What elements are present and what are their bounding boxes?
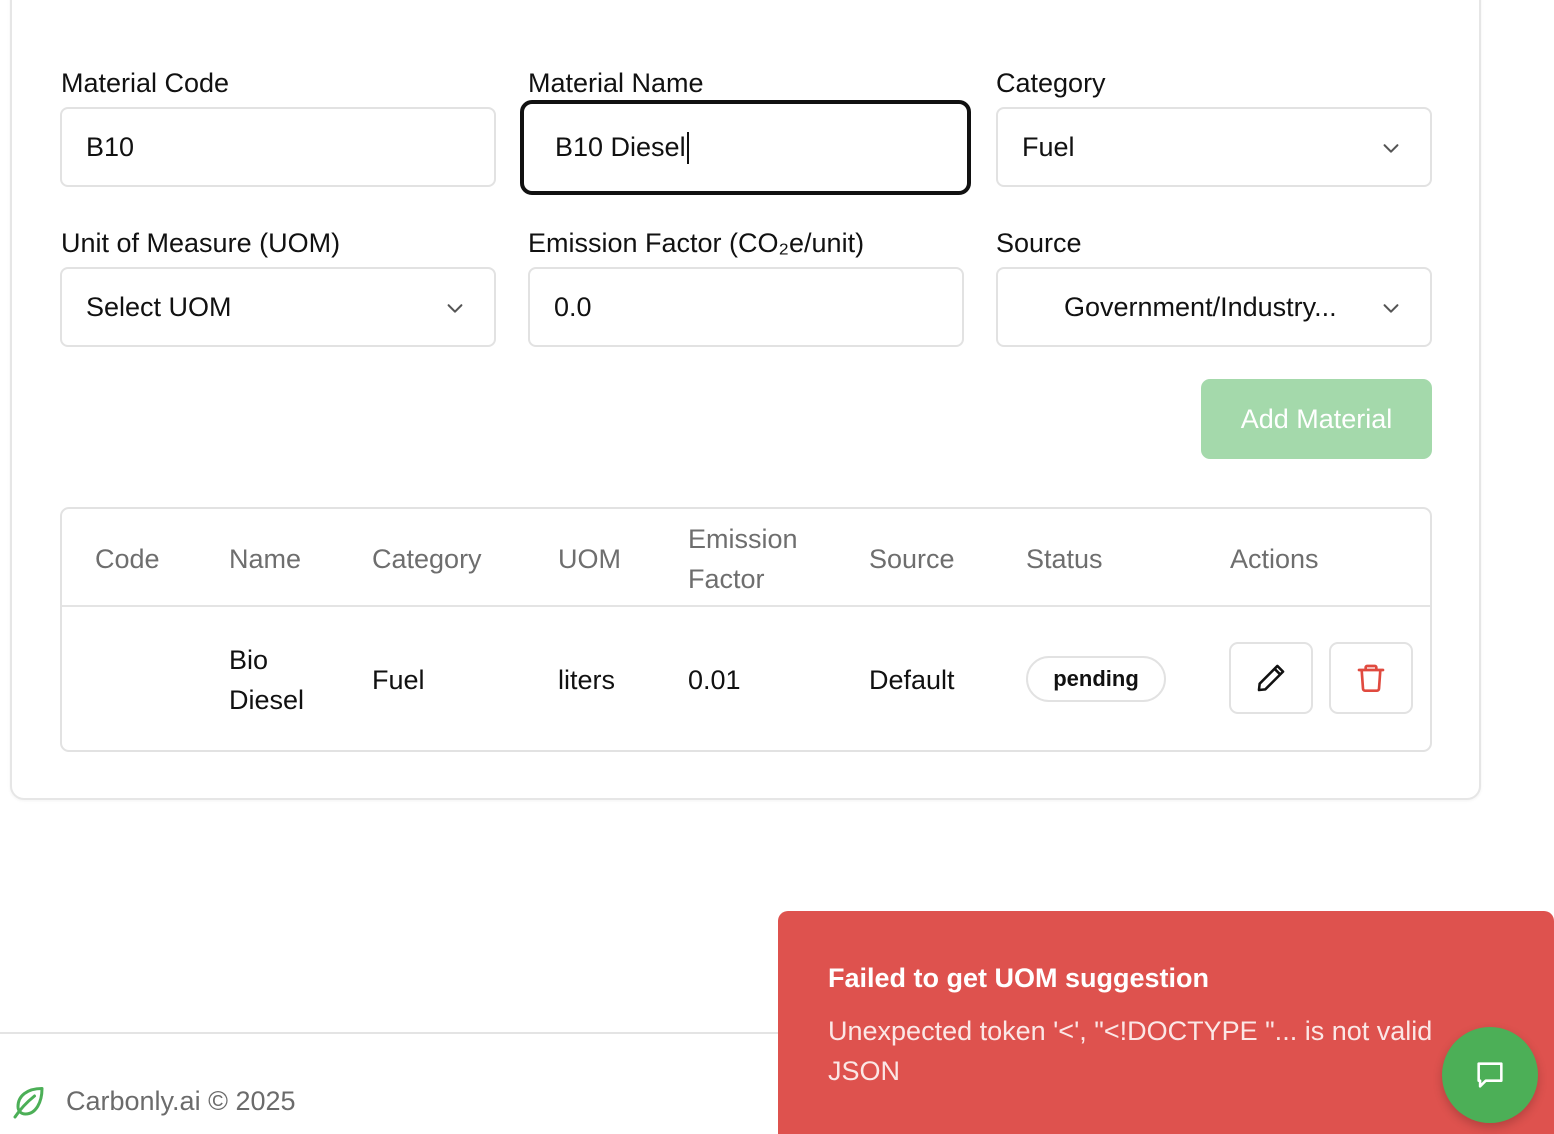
- toast-message: Unexpected token '<', "<!DOCTYPE "... is…: [828, 1016, 1433, 1086]
- column-header-status: Status: [1026, 544, 1103, 574]
- emission-factor-label: Emission Factor (CO₂e/unit): [528, 228, 865, 258]
- chevron-down-icon: [1383, 304, 1399, 313]
- uom-select[interactable]: Select UOM: [60, 267, 496, 347]
- error-toast[interactable]: Failed to get UOM suggestion Unexpected …: [778, 911, 1554, 1134]
- category-label: Category: [996, 68, 1106, 98]
- chevron-down-icon: [447, 304, 463, 313]
- chat-button[interactable]: [1442, 1027, 1538, 1123]
- material-name-label: Material Name: [528, 68, 704, 98]
- trash-icon: [1357, 664, 1385, 692]
- text-caret: [686, 131, 689, 164]
- chevron-down-icon: [1383, 144, 1399, 153]
- category-select[interactable]: Fuel: [996, 107, 1432, 187]
- material-code-label: Material Code: [61, 68, 230, 98]
- pencil-icon: [1257, 664, 1285, 692]
- leaf-icon: [13, 1087, 44, 1119]
- chat-icon: [1477, 1062, 1503, 1088]
- material-name-value: B10 Diesel: [555, 132, 686, 162]
- toast-title: Failed to get UOM suggestion: [828, 963, 1210, 993]
- column-header-category: Category: [372, 544, 482, 574]
- header-divider: [62, 605, 1430, 607]
- cell-category: Fuel: [372, 665, 425, 695]
- column-header-code: Code: [95, 544, 160, 574]
- material-name-input[interactable]: B10 Diesel: [520, 100, 971, 195]
- uom-value: Select UOM: [86, 291, 232, 322]
- material-code-value: B10: [86, 131, 135, 162]
- cell-line: Bio: [229, 645, 269, 675]
- column-header-uom: UOM: [558, 544, 621, 574]
- emission-factor-value: 0.0: [554, 291, 592, 322]
- uom-label: Unit of Measure (UOM): [61, 228, 341, 258]
- emission-factor-input[interactable]: 0.0: [528, 267, 964, 347]
- cell-emission-factor: 0.01: [688, 665, 741, 695]
- cell-line: Diesel: [229, 685, 305, 715]
- footer-copyright: Carbonly.ai © 2025: [66, 1086, 296, 1116]
- category-value: Fuel: [1022, 131, 1075, 162]
- source-label: Source: [996, 228, 1082, 258]
- source-value: Government/Industry...: [1064, 291, 1337, 322]
- edit-button[interactable]: [1229, 642, 1313, 714]
- column-header-emission-factor: Emission Factor: [688, 519, 798, 599]
- column-header-source: Source: [869, 544, 955, 574]
- column-header-name: Name: [229, 544, 302, 574]
- delete-button[interactable]: [1329, 642, 1413, 714]
- material-code-input[interactable]: B10: [60, 107, 496, 187]
- header-line: Emission: [688, 524, 798, 554]
- source-select[interactable]: Government/Industry...: [996, 267, 1432, 347]
- cell-uom: liters: [558, 665, 616, 695]
- column-header-actions: Actions: [1230, 544, 1319, 574]
- materials-table: Code Name Category UOM Emission Factor S…: [60, 507, 1432, 752]
- cell-source: Default: [869, 665, 955, 695]
- header-line: Factor: [688, 564, 765, 594]
- cell-name: Bio Diesel: [229, 640, 304, 720]
- status-badge: pending: [1026, 656, 1166, 702]
- add-material-button[interactable]: Add Material: [1201, 379, 1432, 459]
